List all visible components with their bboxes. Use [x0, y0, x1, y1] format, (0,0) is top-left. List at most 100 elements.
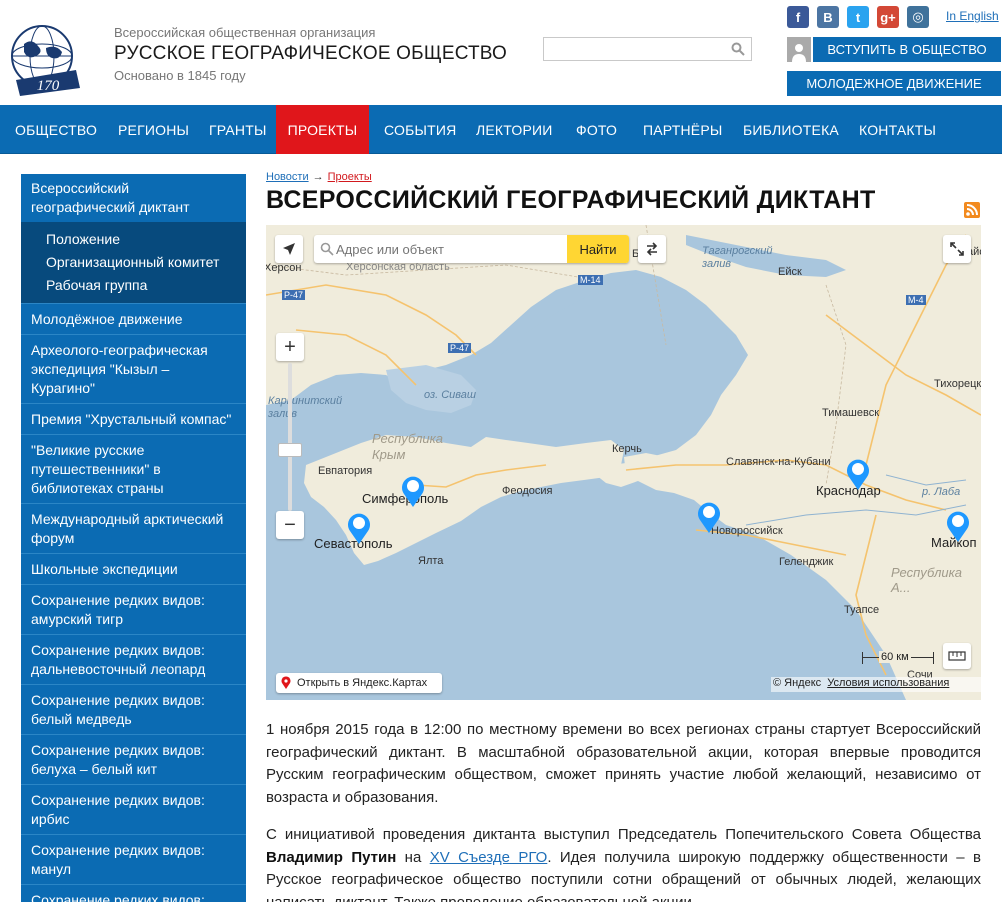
breadcrumb: Новости → Проекты [266, 171, 372, 183]
expand-icon [950, 242, 964, 256]
open-in-yandex-label: Открыть в Яндекс.Картах [297, 677, 428, 689]
map-pin-icon[interactable] [845, 457, 871, 491]
map-label-taganrog-bay: Таганрогский залив [702, 245, 773, 270]
map-label-r47-a: Р-47 [282, 290, 306, 300]
sidebar-subitem-regulation[interactable]: Положение [46, 228, 236, 251]
site-search[interactable] [543, 37, 752, 61]
map-scale-label: 60 км [879, 651, 911, 663]
google-plus-icon[interactable]: g+ [877, 6, 899, 28]
putin-name: Владимир Путин [266, 848, 397, 866]
nav-item-regions[interactable]: РЕГИОНЫ [103, 105, 204, 154]
site-search-input[interactable] [544, 38, 724, 60]
org-title[interactable]: РУССКОЕ ГЕОГРАФИЧЕСКОЕ ОБЩЕСТВО [114, 43, 507, 65]
nav-item-projects[interactable]: ПРОЕКТЫ [276, 105, 369, 154]
vkontakte-icon[interactable]: В [817, 6, 839, 28]
sidebar-item-8[interactable]: Сохранение редких видов: дальневосточный… [21, 634, 246, 684]
youth-movement-button[interactable]: МОЛОДЕЖНОЕ ДВИЖЕНИЕ [787, 71, 1001, 96]
sidebar-item-4[interactable]: "Великие русские путешественники" в библ… [21, 434, 246, 503]
join-society-button[interactable]: ВСТУПИТЬ В ОБЩЕСТВО [813, 37, 1001, 62]
zoom-out-button[interactable]: − [276, 511, 304, 539]
twitter-icon[interactable]: t [847, 6, 869, 28]
nav-item-partners[interactable]: ПАРТНЁРЫ [628, 105, 737, 154]
facebook-icon[interactable]: f [787, 6, 809, 28]
social-links: f Вt g+ ◎ [787, 6, 929, 28]
nav-item-library[interactable]: БИБЛИОТЕКА [728, 105, 854, 154]
instagram-icon[interactable]: ◎ [907, 6, 929, 28]
sidebar-item-12[interactable]: Сохранение редких видов: манул [21, 834, 246, 884]
main-nav: ОБЩЕСТВО РЕГИОНЫ ГРАНТЫ ПРОЕКТЫ СОБЫТИЯ … [0, 105, 1002, 154]
map-label-laba: р. Лаба [922, 486, 961, 498]
zoom-slider-handle[interactable] [278, 443, 302, 457]
sidebar-item-9[interactable]: Сохранение редких видов: белый медведь [21, 684, 246, 734]
org-founded: Основано в 1845 году [114, 68, 246, 83]
map-label-sivash: оз. Сиваш [424, 389, 477, 401]
map-label-slavyansk: Славянск-на-Кубани [726, 456, 831, 468]
congress-link[interactable]: XV Съезде РГО [430, 849, 548, 866]
map-label-crimea: Республика Крым [372, 431, 444, 462]
sidebar-item-10[interactable]: Сохранение редких видов: белуха – белый … [21, 734, 246, 784]
map-route-button[interactable] [638, 235, 666, 263]
copyright-text: © Яндекс [773, 677, 822, 689]
map-label-feodosia: Феодосия [502, 485, 553, 497]
nav-item-events[interactable]: СОБЫТИЯ [369, 105, 471, 154]
map-label-karkinit: Каркинитский залив [268, 395, 343, 420]
sidebar-item-5[interactable]: Международный арктический форум [21, 503, 246, 553]
zoom-slider[interactable] [288, 363, 292, 511]
article-paragraph-2: С инициативой проведения диктанта выступ… [266, 824, 981, 902]
article-paragraph-1: 1 ноября 2015 года в 12:00 по местному в… [266, 721, 981, 806]
svg-text:170: 170 [37, 78, 60, 94]
sidebar-item-dictation[interactable]: Всероссийский географический диктант [21, 174, 246, 222]
ruler-icon [948, 651, 966, 661]
map-label-m14: М-14 [578, 275, 603, 285]
map-marker-icon [281, 676, 291, 689]
nav-item-grants[interactable]: ГРАНТЫ [194, 105, 282, 154]
terms-link[interactable]: Условия использования [827, 677, 949, 689]
navigate-arrow-icon [283, 243, 295, 255]
map-pin-icon[interactable] [346, 511, 372, 545]
sidebar-submenu: Положение Организационный комитет Рабоча… [21, 222, 246, 303]
nav-item-lectures[interactable]: ЛЕКТОРИИ [461, 105, 568, 154]
open-in-yandex-button[interactable]: Открыть в Яндекс.Картах [276, 673, 442, 693]
map-label-tikhoretsk: Тихорецк [934, 378, 981, 390]
sidebar-item-3[interactable]: Премия "Хрустальный компас" [21, 403, 246, 434]
zoom-in-button[interactable]: + [276, 333, 304, 361]
map-find-button[interactable]: Найти [567, 235, 629, 263]
map-pin-icon[interactable] [945, 509, 971, 543]
sidebar-item-11[interactable]: Сохранение редких видов: ирбис [21, 784, 246, 834]
map-search-input[interactable] [336, 239, 562, 259]
sidebar-item-7[interactable]: Сохранение редких видов: амурский тигр [21, 584, 246, 634]
map-search-icon [320, 242, 334, 256]
map-search-bar: Найти [314, 235, 629, 263]
ruler-button[interactable] [943, 643, 971, 669]
search-icon[interactable] [731, 42, 745, 56]
sidebar-subitem-working-group[interactable]: Рабочая группа [46, 274, 236, 297]
paragraph-2-text-a: С инициативой проведения диктанта выступ… [266, 826, 981, 843]
breadcrumb-home[interactable]: Новости [266, 171, 309, 183]
nav-item-photo[interactable]: ФОТО [561, 105, 632, 154]
org-subtitle: Всероссийская общественная организация [114, 25, 376, 40]
site-header: 170 Всероссийская общественная организац… [0, 0, 1002, 105]
map-pin-icon[interactable] [696, 500, 722, 534]
sidebar-item-6[interactable]: Школьные экспедиции [21, 553, 246, 584]
map-pin-icon[interactable] [400, 474, 426, 508]
paragraph-2-text-b: на [396, 848, 430, 866]
rgo-logo[interactable]: 170 [2, 18, 92, 98]
breadcrumb-current[interactable]: Проекты [328, 171, 372, 183]
sidebar-subitem-committee[interactable]: Организационный комитет [46, 251, 236, 274]
nav-item-society[interactable]: ОБЩЕСТВО [0, 105, 112, 154]
yandex-map[interactable]: Херсон Херсонская область Р-47 М-14 М-4 … [266, 225, 981, 700]
sidebar-item-13[interactable]: Сохранение редких видов: [21, 884, 246, 902]
breadcrumb-separator: → [312, 171, 324, 183]
sidebar-item-2[interactable]: Археолого-географическая экспедиция "Кыз… [21, 334, 246, 403]
rss-icon[interactable] [964, 202, 980, 218]
sidebar: Всероссийский географический диктант Пол… [21, 174, 246, 902]
geolocation-button[interactable] [275, 235, 303, 263]
sidebar-item-1[interactable]: Молодёжное движение [21, 303, 246, 334]
nav-item-contacts[interactable]: КОНТАКТЫ [844, 105, 951, 154]
map-fullscreen-button[interactable] [943, 235, 971, 263]
user-icon[interactable] [787, 37, 811, 62]
in-english-link[interactable]: In English [946, 9, 999, 23]
map-label-evpatoria: Евпатория [318, 465, 373, 477]
map-label-adygea: Республика А... [891, 565, 963, 595]
page-title: ВСЕРОССИЙСКИЙ ГЕОГРАФИЧЕСКИЙ ДИКТАНТ [266, 186, 876, 214]
